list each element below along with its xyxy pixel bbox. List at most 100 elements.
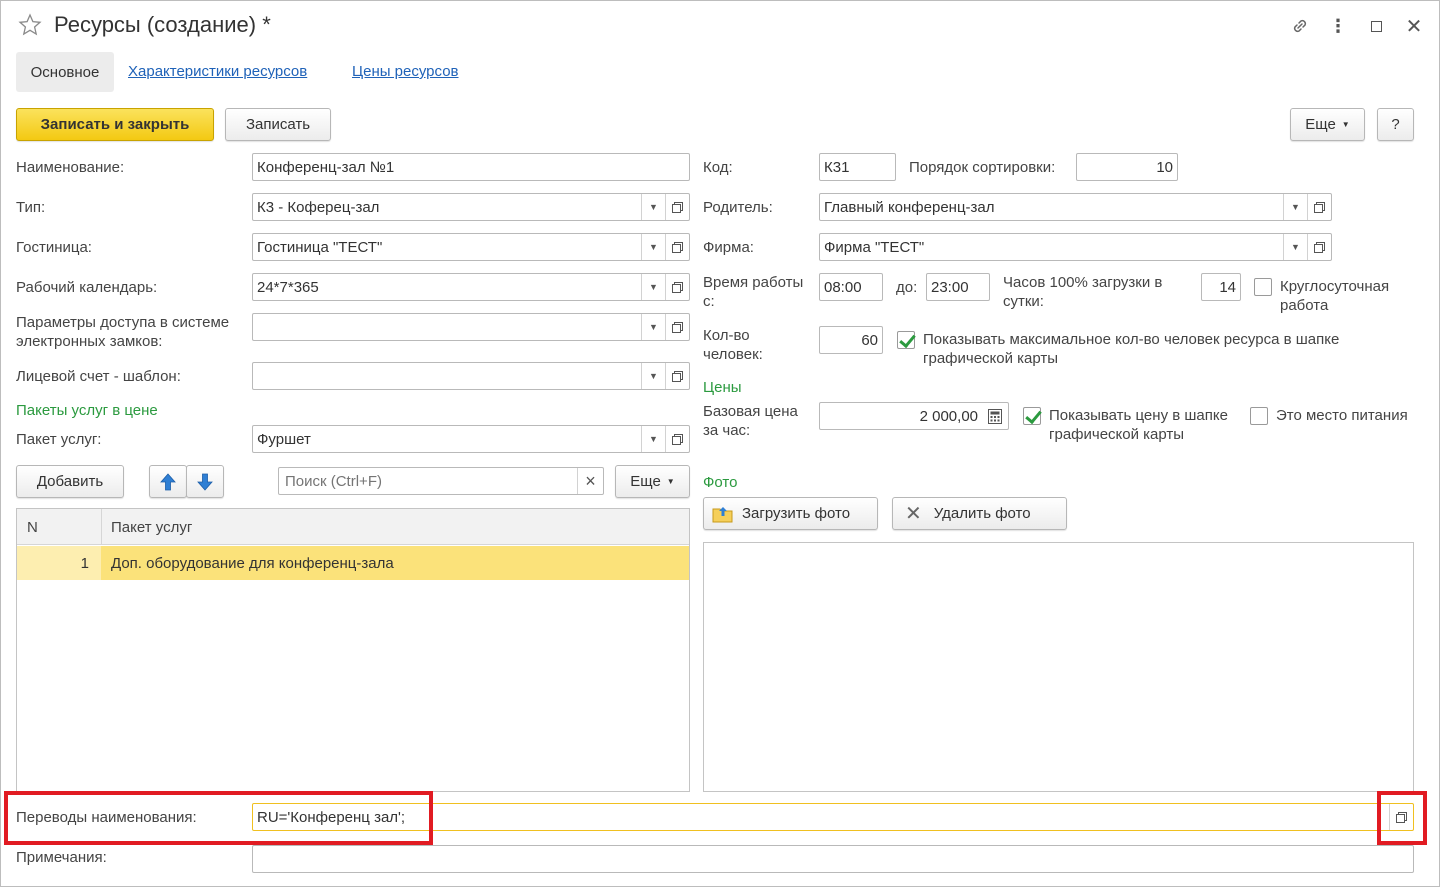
table-header: N Пакет услуг [17, 509, 689, 545]
more-actions-icon[interactable]: ⋮ [1327, 15, 1349, 37]
favorite-star-icon[interactable] [18, 13, 42, 37]
calendar-field[interactable]: 24*7*365 ▼ [252, 273, 690, 301]
food-place-checkbox[interactable] [1250, 407, 1268, 425]
open-form-icon[interactable] [665, 234, 689, 260]
account-label: Лицевой счет - шаблон: [16, 368, 181, 385]
name-label: Наименование: [16, 159, 125, 176]
show-max-checkbox[interactable] [897, 331, 915, 349]
save-and-close-button[interactable]: Записать и закрыть [16, 108, 214, 141]
open-form-icon[interactable] [665, 314, 689, 340]
move-up-button[interactable] [149, 465, 187, 498]
type-label: Тип: [16, 199, 46, 216]
open-form-icon[interactable] [1307, 194, 1331, 220]
column-header-n[interactable]: N [27, 509, 38, 545]
search-field[interactable]: × [278, 467, 604, 495]
base-price-field[interactable]: 2 000,00 [819, 402, 1009, 430]
show-price-label: Показывать цену в шапке графической карт… [1049, 407, 1228, 443]
show-price-checkbox[interactable] [1023, 407, 1041, 425]
table-row[interactable]: 1 Доп. оборудование для конференц-зала [17, 546, 689, 580]
open-form-icon[interactable] [665, 426, 689, 452]
maximize-icon[interactable] [1365, 15, 1387, 37]
company-label: Фирма: [703, 239, 754, 256]
arrow-down-icon [197, 473, 213, 491]
packages-table[interactable]: N Пакет услуг 1 Доп. оборудование для ко… [16, 508, 690, 792]
window-title: Ресурсы (создание) * [54, 12, 271, 37]
people-field[interactable]: 60 [819, 326, 883, 354]
parent-field[interactable]: Главный конференц-зал ▼ [819, 193, 1332, 221]
chevron-down-icon: ▼ [1341, 120, 1350, 129]
open-form-icon[interactable] [665, 363, 689, 389]
add-button[interactable]: Добавить [16, 465, 124, 498]
chevron-down-icon[interactable]: ▼ [641, 363, 665, 389]
packages-section-title: Пакеты услуг в цене [16, 402, 158, 419]
worktime-to-value: 23:00 [931, 278, 969, 296]
hotel-label: Гостиница: [16, 239, 92, 256]
upload-photo-button[interactable]: Загрузить фото [703, 497, 878, 530]
worktime-from-value: 08:00 [824, 278, 862, 296]
tab-characteristics[interactable]: Характеристики ресурсов [128, 63, 307, 80]
package-value: Фуршет [257, 430, 311, 448]
calculator-icon[interactable] [982, 403, 1008, 429]
type-field[interactable]: К3 - Коферец-зал ▼ [252, 193, 690, 221]
save-button[interactable]: Записать [225, 108, 331, 141]
chevron-down-icon[interactable]: ▼ [641, 234, 665, 260]
code-field[interactable]: К31 [819, 153, 896, 181]
photo-area[interactable] [703, 542, 1414, 792]
tab-prices[interactable]: Цены ресурсов [352, 63, 459, 80]
account-field[interactable]: ▼ [252, 362, 690, 390]
people-label: Кол-во человек: [703, 327, 763, 363]
worktime-to-field[interactable]: 23:00 [926, 273, 990, 301]
allday-checkbox[interactable] [1254, 278, 1272, 296]
name-field[interactable]: Конференц-зал №1 [252, 153, 690, 181]
sort-value: 10 [1156, 158, 1173, 176]
code-value: К31 [824, 158, 850, 176]
chevron-down-icon[interactable]: ▼ [1283, 234, 1307, 260]
hotel-field[interactable]: Гостиница "ТЕСТ" ▼ [252, 233, 690, 261]
close-icon[interactable]: ✕ [1403, 15, 1425, 38]
sort-label: Порядок сортировки: [909, 159, 1056, 176]
company-field[interactable]: Фирма "ТЕСТ" ▼ [819, 233, 1332, 261]
chevron-down-icon[interactable]: ▼ [641, 274, 665, 300]
chevron-down-icon[interactable]: ▼ [641, 314, 665, 340]
more-button-label: Еще [1305, 116, 1336, 133]
chevron-down-icon: ▼ [666, 477, 675, 486]
locks-label: Параметры доступа в системе электронных … [16, 314, 230, 350]
show-max-label: Показывать максимальное кол-во человек р… [923, 331, 1340, 367]
sort-field[interactable]: 10 [1076, 153, 1178, 181]
row-package-name: Доп. оборудование для конференц-зала [111, 554, 394, 572]
base-price-label: Базовая цена за час: [703, 403, 798, 439]
help-button[interactable]: ? [1377, 108, 1414, 141]
open-form-icon[interactable] [665, 274, 689, 300]
list-more-label: Еще [630, 473, 661, 490]
column-header-package[interactable]: Пакет услуг [111, 509, 192, 545]
clear-search-icon[interactable]: × [577, 468, 603, 494]
chevron-down-icon[interactable]: ▼ [1283, 194, 1307, 220]
tab-main[interactable]: Основное [16, 52, 114, 92]
more-button[interactable]: Еще ▼ [1290, 108, 1365, 141]
delete-icon: ✕ [905, 503, 922, 525]
delete-photo-button[interactable]: ✕ Удалить фото [892, 497, 1067, 530]
allday-label: Круглосуточная работа [1280, 278, 1390, 314]
hotel-value: Гостиница "ТЕСТ" [257, 238, 383, 256]
hours-field[interactable]: 14 [1201, 273, 1241, 301]
open-form-icon[interactable] [665, 194, 689, 220]
code-label: Код: [703, 159, 733, 176]
calendar-value: 24*7*365 [257, 278, 319, 296]
locks-field[interactable]: ▼ [252, 313, 690, 341]
chevron-down-icon[interactable]: ▼ [641, 426, 665, 452]
upload-photo-label: Загрузить фото [742, 505, 851, 522]
worktime-from-field[interactable]: 08:00 [819, 273, 883, 301]
move-down-button[interactable] [186, 465, 224, 498]
link-icon[interactable] [1289, 15, 1311, 37]
company-value: Фирма "ТЕСТ" [824, 238, 925, 256]
notes-field[interactable] [252, 845, 1414, 873]
open-form-icon[interactable] [1307, 234, 1331, 260]
package-field[interactable]: Фуршет ▼ [252, 425, 690, 453]
type-value: К3 - Коферец-зал [257, 198, 380, 216]
chevron-down-icon[interactable]: ▼ [641, 194, 665, 220]
worktime-label: Время работы с: [703, 274, 804, 310]
photo-section-title: Фото [703, 474, 738, 491]
list-more-button[interactable]: Еще ▼ [615, 465, 690, 498]
search-input[interactable] [283, 471, 573, 491]
hours-label: Часов 100% загрузки в сутки: [1003, 274, 1163, 310]
